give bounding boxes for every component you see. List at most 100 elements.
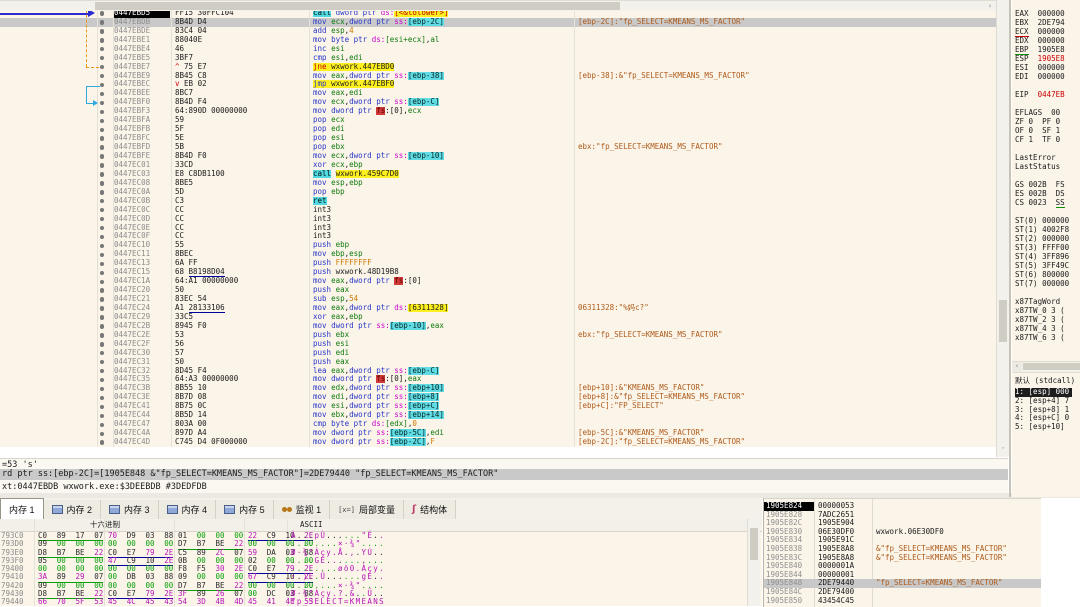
breakpoint-dot[interactable]	[100, 271, 104, 275]
disasm-row[interactable]: 0447EC3B8B55 10mov edx,dword ptr ss:[ebp…	[0, 384, 996, 393]
register-row[interactable]: ESP 1905E8	[1015, 54, 1065, 63]
disasm-row[interactable]: 0447EBDB8B4D D4mov ecx,dword ptr ss:[ebp…	[0, 18, 996, 27]
disasm-row[interactable]: 0447EC088BE5mov esp,ebp	[0, 179, 996, 188]
breakpoint-dot[interactable]	[100, 136, 104, 140]
stack-row[interactable]: 1905E8482DE79440"fp_SELECT=KMEANS_MS_FAC…	[764, 579, 1041, 588]
stack-row[interactable]: 1905E84400000001	[764, 571, 1041, 580]
disasm-row[interactable]: 0447EBF364:890D 00000000mov dword ptr fs…	[0, 107, 996, 116]
disasm-row[interactable]: 0447EC4DC745 D4 0F000000mov dword ptr ss…	[0, 438, 996, 447]
breakpoint-dot[interactable]	[100, 306, 104, 310]
breakpoint-dot[interactable]	[100, 217, 104, 221]
calling-convention-select[interactable]: 默认 (stdcall)	[1015, 375, 1075, 386]
disasm-row[interactable]: 0447EBE98B45 C8mov eax,dword ptr ss:[ebp…	[0, 72, 996, 81]
register-row[interactable]: EIP 0447EB	[1015, 90, 1065, 99]
breakpoint-dot[interactable]	[100, 92, 104, 96]
breakpoint-dot[interactable]	[100, 83, 104, 87]
stack-row[interactable]: 1905E8381905E8A8&"fp_SELECT=KMEANS_MS_FA…	[764, 545, 1041, 554]
disasm-row[interactable]: 0447EC2F56push esi	[0, 340, 996, 349]
disasm-row[interactable]: 0447EC2E53push ebxebx:"fp_SELECT=KMEANS_…	[0, 331, 996, 340]
disasm-row[interactable]: 0447EBFC5Epop esi	[0, 134, 996, 143]
breakpoint-dot[interactable]	[100, 29, 104, 33]
scrollbar-thumb[interactable]	[1023, 363, 1080, 370]
breakpoint-dot[interactable]	[100, 432, 104, 436]
breakpoint-dot[interactable]	[100, 315, 104, 319]
registers-scrollbar[interactable]: ‹	[1012, 361, 1080, 373]
disasm-row[interactable]: 0447EBFE8B4D F0mov ecx,dword ptr ss:[ebp…	[0, 152, 996, 161]
register-row[interactable]: ESI 000000	[1015, 63, 1065, 72]
disasm-row[interactable]: 0447EC1A64:A1 00000000mov eax,dword ptr …	[0, 277, 996, 286]
register-row[interactable]: EBP 1905E8	[1015, 45, 1065, 54]
horizontal-scrollbar[interactable]: ›	[0, 0, 996, 11]
disasm-row[interactable]: 0447EC0DCCint3	[0, 215, 996, 224]
tab-局部变量[interactable]: [x=]局部变量	[330, 500, 404, 519]
vertical-scrollbar[interactable]: ˇ	[996, 0, 1009, 457]
register-row[interactable]: LastStatus	[1015, 162, 1060, 171]
breakpoint-dot[interactable]	[100, 181, 104, 185]
disasm-row[interactable]: 0447EC4A897D A4mov dword ptr ss:[ebp-5C]…	[0, 429, 996, 438]
disasm-row[interactable]: 0447EC2933C5xor eax,ebp	[0, 313, 996, 322]
disasm-row[interactable]: 0447EBFB5Fpop edi	[0, 125, 996, 134]
disasm-row[interactable]: 0447EC0FCCint3	[0, 232, 996, 241]
disasm-row[interactable]: 0447EBE53BF7cmp esi,edi	[0, 54, 996, 63]
breakpoint-dot[interactable]	[100, 333, 104, 337]
register-row[interactable]: OF 0 SF 1	[1015, 126, 1060, 135]
register-row[interactable]: ST(2) 000000	[1015, 234, 1069, 243]
disasm-row[interactable]: 0447EC3150push eax	[0, 358, 996, 367]
breakpoint-dot[interactable]	[100, 280, 104, 284]
tab-内存 5[interactable]: 内存 5	[216, 500, 274, 519]
breakpoint-dot[interactable]	[100, 199, 104, 203]
breakpoint-dot[interactable]	[100, 414, 104, 418]
register-row[interactable]: EAX 000000	[1015, 9, 1065, 18]
disasm-row[interactable]: 0447EC1568 B8198D04push wxwork.48D19B8	[0, 268, 996, 277]
disasm-row[interactable]: 0447EC448B5D 14mov ebx,dword ptr ss:[ebp…	[0, 411, 996, 420]
disasm-row[interactable]: 0447EBE188040Emov byte ptr ds:[esi+ecx],…	[0, 36, 996, 45]
register-row[interactable]: x87TagWord	[1015, 297, 1060, 306]
breakpoint-dot[interactable]	[100, 396, 104, 400]
tab-内存 3[interactable]: 内存 3	[101, 500, 159, 519]
register-row[interactable]: ZF 0 PF 0	[1015, 117, 1060, 126]
disasm-row[interactable]: 0447EC2050push eax	[0, 286, 996, 295]
breakpoint-dot[interactable]	[100, 47, 104, 51]
disasm-row[interactable]: 0447EC0A5Dpop ebp	[0, 188, 996, 197]
breakpoint-dot[interactable]	[100, 342, 104, 346]
stack-row[interactable]: 1905E82C1905E904	[764, 519, 1041, 528]
register-row[interactable]: x87TW_6 3 (	[1015, 333, 1065, 342]
breakpoint-dot[interactable]	[100, 226, 104, 230]
memory-dump-pane[interactable]: 十六进制 ASCII 793C0C0 89 17 0770 D9 03 8801…	[0, 519, 762, 606]
disasm-row[interactable]: 0447EC3564:A3 00000000mov dword ptr fs:[…	[0, 375, 996, 384]
breakpoint-dot[interactable]	[100, 297, 104, 301]
disasm-row[interactable]: 0447EC3E8B7D 08mov edi,dword ptr ss:[ebp…	[0, 393, 996, 402]
register-row[interactable]: ST(4) 3FF896	[1015, 252, 1069, 261]
dump-scrollbar[interactable]	[747, 519, 760, 606]
breakpoint-dot[interactable]	[100, 253, 104, 257]
register-row[interactable]: ST(7) 000000	[1015, 279, 1069, 288]
scroll-left-icon[interactable]: ‹	[1012, 362, 1022, 372]
breakpoint-dot[interactable]	[100, 163, 104, 167]
breakpoint-dot[interactable]	[100, 387, 104, 391]
stack-row[interactable]: 1905E85043454C45	[764, 597, 1041, 606]
register-row[interactable]: ST(0) 000000	[1015, 216, 1069, 225]
register-row[interactable]: CS 0023 SS	[1015, 198, 1065, 207]
register-row[interactable]: ST(6) 800000	[1015, 270, 1069, 279]
stack-row[interactable]: 1905E8341905E91C	[764, 536, 1041, 545]
scrollbar-thumb[interactable]	[750, 528, 758, 560]
breakpoint-dot[interactable]	[100, 119, 104, 123]
stack-row[interactable]: 1905E8400000001A	[764, 562, 1041, 571]
disasm-row[interactable]: 0447EC2183EC 54sub esp,54	[0, 295, 996, 304]
tab-内存 2[interactable]: 内存 2	[44, 500, 102, 519]
scrollbar-thumb[interactable]	[999, 300, 1007, 342]
pane-divider[interactable]	[1009, 0, 1011, 497]
breakpoint-dot[interactable]	[100, 288, 104, 292]
tab-内存 1[interactable]: 内存 1	[0, 498, 44, 519]
register-row[interactable]: ST(5) 3FF49C	[1015, 261, 1069, 270]
register-row[interactable]: ECX 000000	[1015, 27, 1065, 36]
disasm-row[interactable]: 0447EC47803A 00cmp byte ptr ds:[edx],0	[0, 420, 996, 429]
disasm-row[interactable]: 0447EC1055push ebp	[0, 241, 996, 250]
tab-结构体[interactable]: ʃ结构体	[404, 500, 456, 519]
breakpoint-dot[interactable]	[100, 208, 104, 212]
breakpoint-dot[interactable]	[100, 110, 104, 114]
tab-内存 4[interactable]: 内存 4	[159, 500, 217, 519]
register-row[interactable]: x87TW_4 3 (	[1015, 324, 1065, 333]
breakpoint-dot[interactable]	[100, 154, 104, 158]
disasm-row[interactable]: 0447EBE446inc esi	[0, 45, 996, 54]
